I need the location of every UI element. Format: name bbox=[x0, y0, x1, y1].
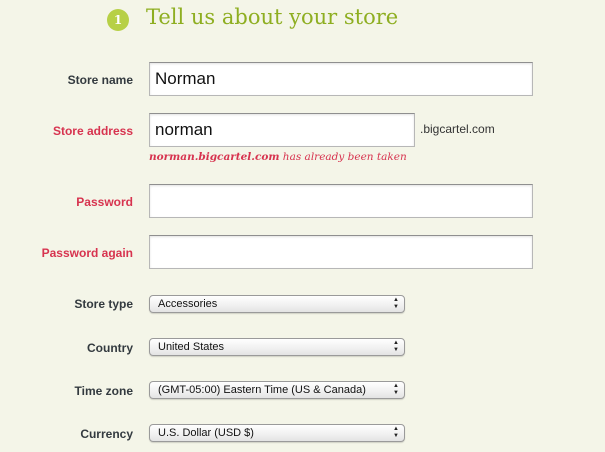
store-type-label: Store type bbox=[74, 297, 133, 311]
password-input[interactable] bbox=[149, 184, 533, 218]
currency-select[interactable]: U.S. Dollar (USD $) ▲ ▼ bbox=[149, 424, 405, 442]
store-type-selected-value: Accessories bbox=[158, 298, 218, 310]
country-selected-value: United States bbox=[158, 341, 225, 353]
store-name-input[interactable] bbox=[149, 62, 533, 96]
store-address-input[interactable] bbox=[149, 113, 415, 147]
page-title: Tell us about your store bbox=[146, 5, 399, 29]
time-zone-selected-value: (GMT-05:00) Eastern Time (US & Canada) bbox=[158, 384, 366, 396]
country-label: Country bbox=[87, 341, 133, 355]
currency-selected-value: U.S. Dollar (USD $) bbox=[158, 427, 254, 439]
store-address-domain-suffix: .bigcartel.com bbox=[420, 122, 495, 136]
up-down-chevron-icon: ▲ ▼ bbox=[393, 340, 399, 353]
store-address-error: norman.bigcartel.com has already been ta… bbox=[149, 151, 407, 163]
country-select[interactable]: United States ▲ ▼ bbox=[149, 338, 405, 356]
password-again-label: Password again bbox=[41, 246, 133, 260]
store-address-label: Store address bbox=[52, 124, 133, 138]
time-zone-select[interactable]: (GMT-05:00) Eastern Time (US & Canada) ▲… bbox=[149, 381, 405, 399]
password-again-input[interactable] bbox=[149, 235, 533, 269]
error-message-text: has already been taken bbox=[279, 151, 407, 163]
up-down-chevron-icon: ▲ ▼ bbox=[393, 297, 399, 310]
store-type-select[interactable]: Accessories ▲ ▼ bbox=[149, 295, 405, 313]
error-domain-text: norman.bigcartel.com bbox=[149, 151, 280, 163]
currency-label: Currency bbox=[80, 427, 133, 441]
time-zone-label: Time zone bbox=[74, 384, 133, 398]
up-down-chevron-icon: ▲ ▼ bbox=[393, 426, 399, 439]
up-down-chevron-icon: ▲ ▼ bbox=[393, 383, 399, 396]
password-label: Password bbox=[76, 195, 133, 209]
step-number-badge: 1 bbox=[107, 9, 129, 31]
store-name-label: Store name bbox=[67, 73, 133, 87]
